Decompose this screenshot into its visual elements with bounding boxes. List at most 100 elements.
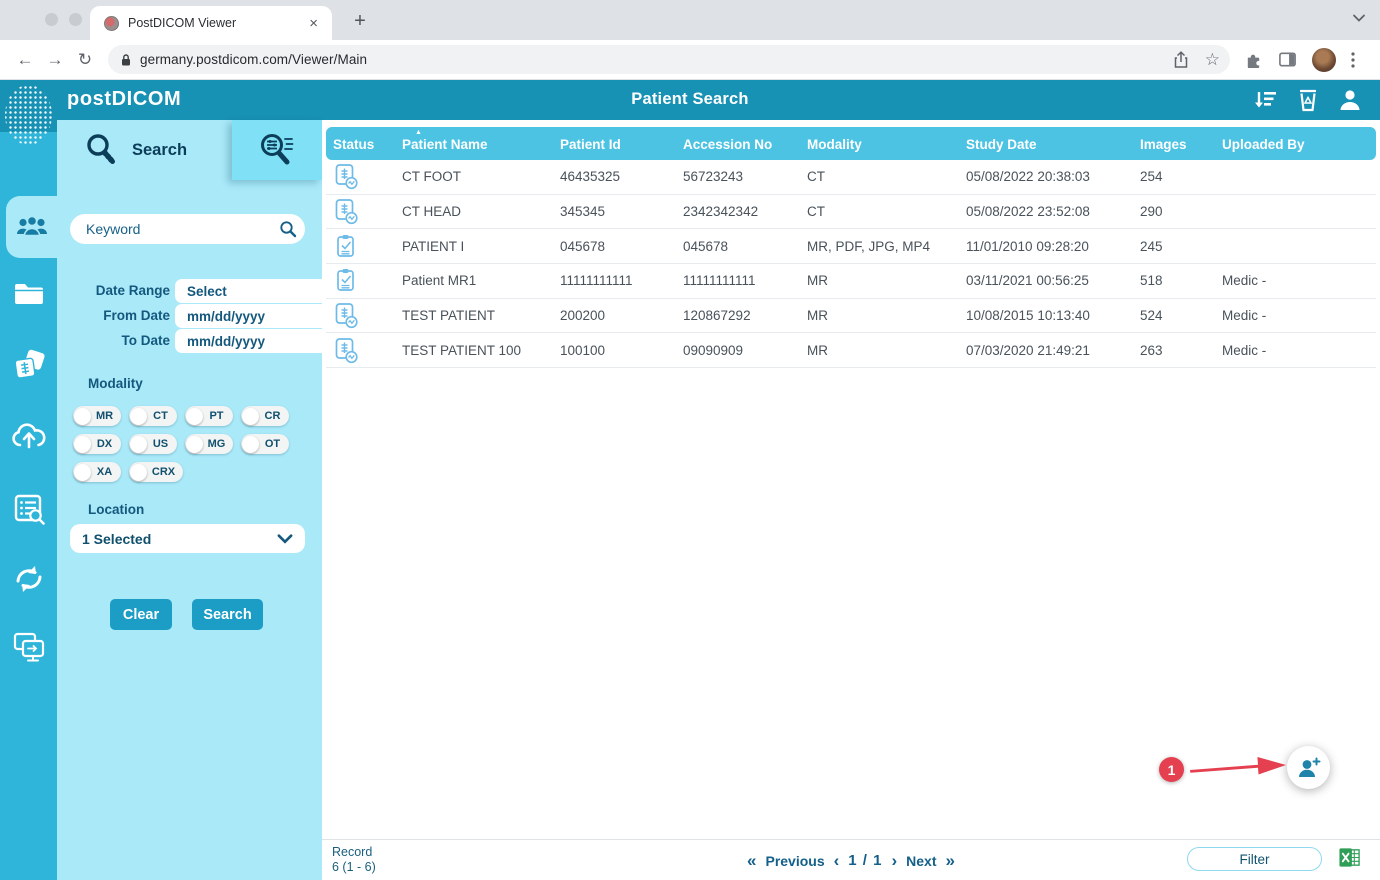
browser-window: PostDICOM Viewer × + ← → ↻ germany.postd… — [0, 0, 1380, 880]
column-header-patient-name[interactable]: Patient Name — [402, 137, 560, 160]
bookmark-star-icon[interactable]: ☆ — [1205, 51, 1220, 68]
dicom-study-status-icon — [334, 163, 359, 190]
cloud-upload-icon — [11, 421, 47, 449]
column-header-study-date[interactable]: Study Date — [966, 137, 1140, 160]
table-row[interactable]: PATIENT I 045678 045678 MR, PDF, JPG, MP… — [326, 229, 1376, 264]
cell-uploaded-by: Medic - — [1222, 308, 1376, 323]
cell-modality: MR — [807, 308, 966, 323]
cell-patient-name: Patient MR1 — [402, 273, 560, 288]
window-minimize-button[interactable] — [69, 13, 82, 26]
prev-chevron-button[interactable]: ‹ — [834, 851, 840, 871]
patients-icon — [15, 214, 49, 240]
trash-recycle-icon[interactable] — [1296, 87, 1320, 113]
modality-toggle-mr[interactable]: MR — [73, 406, 121, 426]
table-row[interactable]: TEST PATIENT 200200 120867292 MR 10/08/2… — [326, 299, 1376, 334]
location-label: Location — [88, 502, 144, 517]
cell-patient-name: TEST PATIENT 100 — [402, 343, 560, 358]
dicom-study-status-icon — [334, 198, 359, 225]
last-page-button[interactable]: » — [946, 851, 955, 871]
cell-patient-id: 345345 — [560, 204, 683, 219]
sidebar-item-sync[interactable] — [0, 556, 57, 602]
modality-toggle-crx[interactable]: CRX — [129, 462, 183, 482]
cell-accession-no: 09090909 — [683, 343, 807, 358]
modality-toggle-us[interactable]: US — [129, 434, 177, 454]
next-chevron-button[interactable]: › — [891, 851, 897, 871]
column-header-uploaded-by[interactable]: Uploaded By — [1222, 137, 1376, 160]
sidebar-item-folders[interactable] — [0, 270, 57, 316]
tab-advanced-search[interactable] — [232, 120, 322, 180]
window-close-button[interactable] — [45, 13, 58, 26]
back-icon[interactable]: ← — [10, 50, 40, 70]
page-title: Patient Search — [57, 90, 1323, 109]
cell-images: 263 — [1140, 343, 1222, 358]
sidebar-item-remote[interactable] — [0, 624, 57, 670]
clear-button[interactable]: Clear — [110, 599, 172, 630]
report-approved-status-icon — [334, 267, 359, 294]
search-button[interactable]: Search — [192, 599, 263, 630]
cell-study-date: 07/03/2020 21:49:21 — [966, 343, 1140, 358]
forward-icon[interactable]: → — [40, 50, 70, 70]
location-select[interactable]: 1 Selected — [70, 524, 305, 553]
account-icon[interactable] — [1338, 88, 1362, 112]
tab-basic-search[interactable]: Search — [62, 122, 232, 178]
sidebar-item-upload[interactable] — [0, 412, 57, 458]
first-page-button[interactable]: « — [747, 851, 756, 871]
cell-patient-id: 200200 — [560, 308, 683, 323]
filter-button[interactable]: Filter — [1187, 847, 1322, 871]
modality-toggle-mg[interactable]: MG — [185, 434, 233, 454]
next-page-button[interactable]: Next — [906, 853, 936, 869]
table-row[interactable]: CT FOOT 46435325 56723243 CT 05/08/2022 … — [326, 160, 1376, 195]
new-tab-button[interactable]: + — [346, 8, 374, 36]
modality-toggle-ot[interactable]: OT — [241, 434, 289, 454]
table-row[interactable]: Patient MR1 11111111111 11111111111 MR 0… — [326, 264, 1376, 299]
table-row[interactable]: CT HEAD 345345 2342342342 CT 05/08/2022 … — [326, 195, 1376, 230]
reload-icon[interactable]: ↻ — [70, 50, 100, 70]
cell-patient-id: 11111111111 — [560, 273, 683, 288]
tab-close-icon[interactable]: × — [305, 15, 322, 32]
column-header-accession-no[interactable]: Accession No — [683, 137, 807, 160]
tab-search-chevron-icon[interactable] — [1352, 13, 1366, 23]
modality-toggle-pt[interactable]: PT — [185, 406, 233, 426]
add-patient-button[interactable] — [1287, 746, 1330, 789]
sidebar-item-worklist[interactable] — [0, 486, 57, 532]
table-body: CT FOOT 46435325 56723243 CT 05/08/2022 … — [326, 160, 1376, 368]
profile-avatar[interactable] — [1312, 48, 1336, 72]
cell-patient-name: TEST PATIENT — [402, 308, 560, 323]
cell-accession-no: 120867292 — [683, 308, 807, 323]
column-header-patient-id[interactable]: Patient Id — [560, 137, 683, 160]
browser-menu-icon[interactable] — [1351, 52, 1355, 68]
cell-study-date: 03/11/2021 00:56:25 — [966, 273, 1140, 288]
previous-page-button[interactable]: Previous — [765, 853, 824, 869]
sidebar-item-patients[interactable] — [6, 196, 57, 258]
column-header-images[interactable]: Images — [1140, 137, 1222, 160]
sync-icon — [13, 564, 45, 594]
share-icon[interactable] — [1173, 51, 1189, 69]
extensions-puzzle-icon[interactable] — [1244, 50, 1263, 69]
tab-title: PostDICOM Viewer — [128, 16, 305, 30]
keyword-search-icon[interactable] — [279, 220, 297, 238]
results-footer: Record 6 (1 - 6) « Previous ‹ 1 / 1 › Ne… — [322, 839, 1380, 880]
url-bar[interactable]: germany.postdicom.com/Viewer/Main ☆ — [108, 45, 1230, 74]
modality-toggle-dx[interactable]: DX — [73, 434, 121, 454]
sort-list-icon[interactable] — [1252, 88, 1278, 112]
side-panel-icon[interactable] — [1278, 50, 1297, 69]
table-row[interactable]: TEST PATIENT 100 100100 09090909 MR 07/0… — [326, 333, 1376, 368]
cell-patient-id: 100100 — [560, 343, 683, 358]
sidebar-item-studies[interactable] — [0, 342, 57, 388]
column-header-modality[interactable]: Modality — [807, 137, 966, 160]
modality-toggle-ct[interactable]: CT — [129, 406, 177, 426]
browser-tab[interactable]: PostDICOM Viewer × — [90, 6, 332, 40]
cell-study-date: 05/08/2022 20:38:03 — [966, 169, 1140, 184]
from-date-label: From Date — [103, 308, 170, 323]
annotation-step-badge: 1 — [1159, 757, 1184, 782]
cell-accession-no: 045678 — [683, 239, 807, 254]
excel-export-icon[interactable] — [1338, 846, 1361, 869]
modality-toggle-xa[interactable]: XA — [73, 462, 121, 482]
modality-toggle-cr[interactable]: CR — [241, 406, 289, 426]
cell-modality: MR — [807, 343, 966, 358]
keyword-input[interactable] — [70, 214, 305, 244]
cell-uploaded-by: Medic - — [1222, 343, 1376, 358]
column-header-status[interactable]: Status — [326, 137, 402, 160]
modality-label: Modality — [88, 376, 143, 391]
cell-modality: CT — [807, 204, 966, 219]
